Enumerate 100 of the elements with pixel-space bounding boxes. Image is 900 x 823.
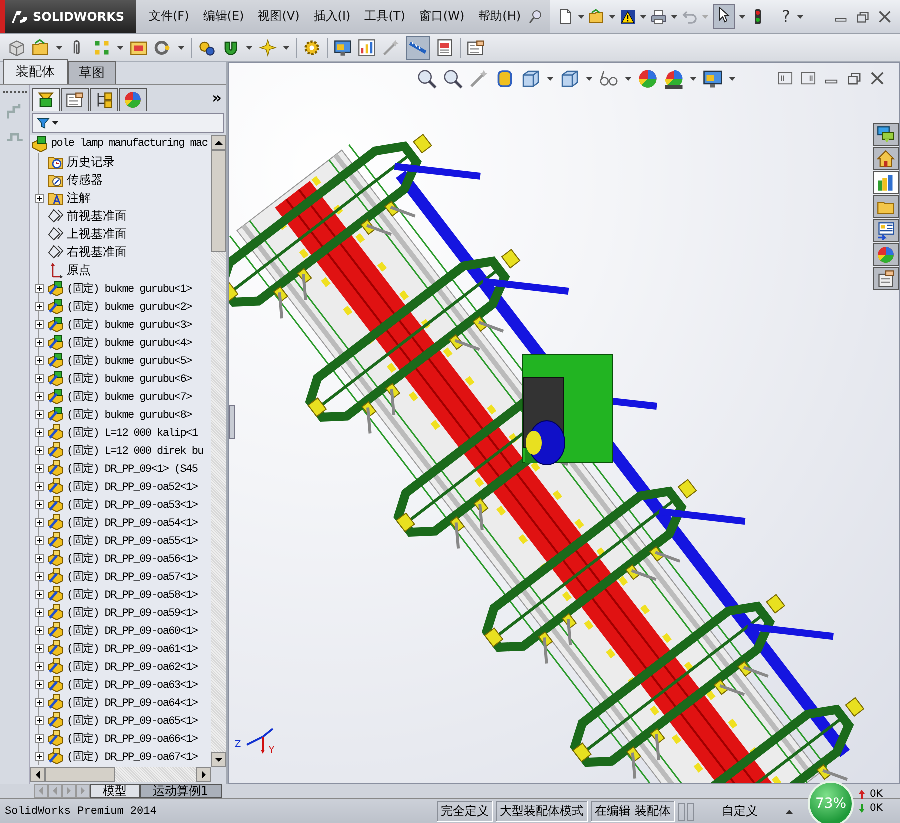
tree-item[interactable]: (固定) bukme gurubu<1> xyxy=(48,280,193,296)
tile-right-icon[interactable] xyxy=(801,71,816,86)
tree-item[interactable]: (固定) L=12 000 kalip<1 xyxy=(48,424,199,440)
tree-item[interactable]: (固定) L=12 000 direk bu xyxy=(48,442,204,458)
zoom-area-icon[interactable] xyxy=(443,69,463,89)
expand-toggle[interactable] xyxy=(34,662,44,670)
printer-icon[interactable] xyxy=(651,8,668,24)
tree-item[interactable]: 历史记录 xyxy=(48,154,116,170)
tree-item[interactable]: (固定) DR_PP_09-oa62<1> xyxy=(48,658,199,674)
caret-icon[interactable] xyxy=(56,46,63,50)
restore-icon[interactable] xyxy=(856,10,870,24)
menu-item[interactable]: 编辑(E) xyxy=(196,8,252,25)
expand-toggle[interactable] xyxy=(34,392,44,400)
tree-item[interactable]: (固定) DR_PP_09-oa61<1> xyxy=(48,640,199,656)
monitor-icon[interactable] xyxy=(334,38,352,56)
tree-item[interactable]: (固定) DR_PP_09<1> (S45 xyxy=(48,460,199,476)
menu-item[interactable]: 插入(I) xyxy=(306,8,358,25)
expand-toggle[interactable] xyxy=(34,572,44,580)
restore-icon[interactable] xyxy=(847,71,862,86)
gear-icon[interactable] xyxy=(303,38,321,56)
help-button[interactable]: ? xyxy=(780,7,793,26)
caret-icon[interactable] xyxy=(283,46,290,50)
expand-toggle[interactable] xyxy=(34,518,44,526)
task-pane-tab[interactable] xyxy=(873,243,899,266)
tree-item[interactable]: (固定) DR_PP_09-oa54<1> xyxy=(48,514,199,530)
tree-item[interactable]: (固定) DR_PP_09-oa63<1> xyxy=(48,676,199,692)
new-document-icon[interactable] xyxy=(558,8,574,24)
expand-toggle[interactable] xyxy=(34,752,44,760)
expand-toggle[interactable] xyxy=(34,716,44,724)
tree-item[interactable]: 传感器 xyxy=(48,172,104,188)
tree-item[interactable]: pole lamp manufacturing mac xyxy=(32,136,209,152)
tree-item[interactable]: (固定) DR_PP_09-oa67<1> xyxy=(48,748,199,764)
expand-toggle[interactable] xyxy=(34,284,44,292)
caret-icon[interactable] xyxy=(586,77,593,81)
task-pane-tab[interactable] xyxy=(873,123,899,146)
tree-item[interactable]: 注解 xyxy=(48,190,92,206)
caret-icon[interactable] xyxy=(729,77,736,81)
expand-toggle[interactable] xyxy=(34,464,44,472)
blocks-icon[interactable] xyxy=(93,38,111,56)
tree-item[interactable]: (固定) DR_PP_09-oa57<1> xyxy=(48,568,199,584)
expand-toggle[interactable] xyxy=(34,644,44,652)
chart-icon[interactable] xyxy=(358,38,376,56)
tree-item[interactable]: 原点 xyxy=(48,262,92,278)
folder-icon[interactable] xyxy=(32,38,50,56)
tab[interactable]: 草图 xyxy=(68,61,116,84)
tree-item[interactable]: (固定) DR_PP_09-oa59<1> xyxy=(48,604,199,620)
tree-item[interactable]: (固定) DR_PP_09-oa66<1> xyxy=(48,730,199,746)
expand-toggle[interactable] xyxy=(34,500,44,508)
expand-toggle[interactable] xyxy=(34,554,44,562)
expand-toggle[interactable] xyxy=(34,734,44,742)
tree-item[interactable]: (固定) DR_PP_09-oa60<1> xyxy=(48,622,199,638)
expand-toggle[interactable] xyxy=(34,356,44,364)
tree-item[interactable]: (固定) bukme gurubu<8> xyxy=(48,406,193,422)
glasses-icon[interactable] xyxy=(599,69,619,89)
task-pane-tab[interactable] xyxy=(873,267,899,290)
tree-item[interactable]: (固定) DR_PP_09-oa65<1> xyxy=(48,712,199,728)
tree-item[interactable]: (固定) bukme gurubu<5> xyxy=(48,352,193,368)
tab[interactable]: 运动算例1 xyxy=(140,784,222,798)
tree-item[interactable]: (固定) bukme gurubu<6> xyxy=(48,370,193,386)
tab[interactable]: 装配体 xyxy=(3,59,68,84)
tree-item[interactable]: (固定) bukme gurubu<7> xyxy=(48,388,193,404)
task-pane-tab[interactable] xyxy=(873,219,899,242)
expand-toggle[interactable] xyxy=(34,446,44,454)
tree-item[interactable]: (固定) bukme gurubu<2> xyxy=(48,298,193,314)
caret-icon[interactable] xyxy=(640,14,648,18)
scrollbar-thumb[interactable] xyxy=(211,150,226,252)
expand-toggle[interactable] xyxy=(34,680,44,688)
box-icon[interactable] xyxy=(8,38,26,56)
tree-item[interactable]: (固定) DR_PP_09-oa53<1> xyxy=(48,496,199,512)
menu-item[interactable]: 文件(F) xyxy=(142,8,196,25)
caret-icon[interactable] xyxy=(739,14,746,18)
task-pane-tab[interactable] xyxy=(873,195,899,218)
scroll-right-button[interactable] xyxy=(196,767,211,782)
zoom-to-fit-icon[interactable] xyxy=(417,69,437,89)
scrollbar-thumb[interactable] xyxy=(45,767,115,782)
menu-item[interactable]: 工具(T) xyxy=(358,8,412,25)
sparkle-icon[interactable] xyxy=(259,38,277,56)
tree-item[interactable]: 上视基准面 xyxy=(48,226,128,242)
expand-toggle[interactable] xyxy=(34,320,44,328)
expand-toggle[interactable] xyxy=(34,338,44,346)
task-pane-tab[interactable] xyxy=(873,147,899,170)
ring-icon[interactable] xyxy=(154,38,172,56)
tree-item[interactable]: (固定) bukme gurubu<3> xyxy=(48,316,193,332)
warning-icon[interactable] xyxy=(620,8,636,24)
tree-item[interactable]: (固定) DR_PP_09-oa56<1> xyxy=(48,550,199,566)
tree-item[interactable]: (固定) DR_PP_09-oa52<1> xyxy=(48,478,199,494)
scroll-up-button[interactable] xyxy=(211,135,226,150)
caret-icon[interactable] xyxy=(671,14,678,18)
close-icon[interactable] xyxy=(878,10,892,24)
caret-icon[interactable] xyxy=(52,121,59,125)
tree-item[interactable]: 右视基准面 xyxy=(48,244,128,260)
more-tabs-button[interactable]: » xyxy=(212,89,222,107)
expand-toggle[interactable] xyxy=(34,536,44,544)
tree-item[interactable]: 前视基准面 xyxy=(48,208,128,224)
expand-toggle[interactable] xyxy=(34,194,44,202)
menu-item[interactable]: 窗口(W) xyxy=(412,8,472,25)
funnel-icon[interactable] xyxy=(37,116,50,130)
expand-toggle[interactable] xyxy=(34,428,44,436)
caret-icon[interactable] xyxy=(117,46,124,50)
expand-toggle[interactable] xyxy=(34,374,44,382)
